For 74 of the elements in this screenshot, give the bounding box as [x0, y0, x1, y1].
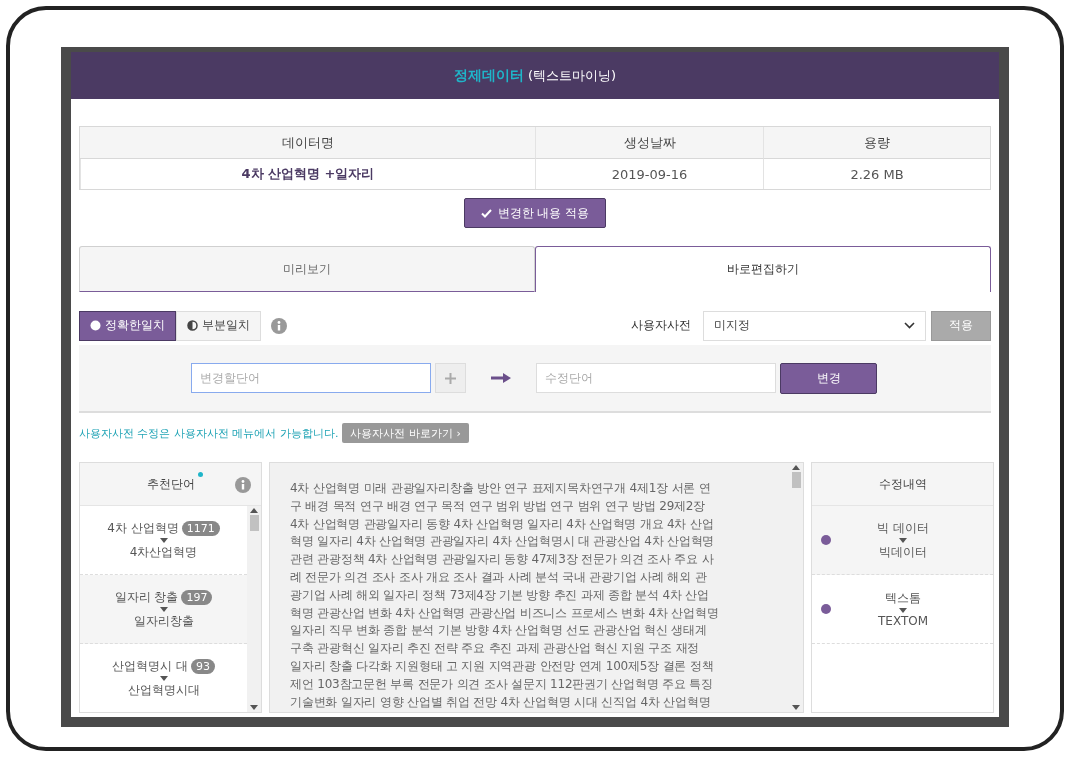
change-button[interactable]: 변경: [780, 362, 877, 394]
word: 4차 산업혁명: [107, 519, 179, 537]
caret-icon: [899, 537, 907, 543]
dot-icon: [197, 471, 203, 477]
table-cell: 4차 산업혁명 +일자리: [80, 159, 535, 189]
table-cell: 2.26 MB: [763, 159, 990, 189]
history-item[interactable]: 빅 데이터 빅데이터: [812, 506, 993, 575]
suggested-word: TEXTOM: [877, 614, 929, 628]
scroll-thumb[interactable]: [249, 515, 259, 531]
scrollbar[interactable]: [247, 506, 261, 712]
dictionary-label: 사용자사전: [631, 317, 691, 334]
text-line: 혁명 관광산업 변화 4차 산업혁명 관광산업 비즈니스 프로세스 변화 4차 산업혁명: [290, 604, 720, 622]
from-word-field[interactable]: 변경할단어: [191, 363, 431, 393]
tab[interactable]: 바로편집하기: [535, 246, 991, 292]
text-line: 광기업 사례 해외 일자리 정책 73제4장 기본 방향 추진 과제 종합 분석 4차 산업: [290, 586, 710, 604]
suggested-word: 일자리창출: [133, 612, 194, 630]
scrollbar[interactable]: [789, 463, 803, 712]
suggested-word: 빅데이터: [879, 543, 927, 561]
table-cell: 2019-09-16: [535, 159, 763, 189]
suggested-word: 4차산업혁명: [129, 543, 198, 561]
caret-icon: [250, 705, 258, 710]
text-line: 구축 관광혁신 일자리 추진 전략 주요 추진 과제 관광산업 혁신 지원 구조 재정: [290, 640, 701, 658]
chevron-down-icon: [904, 322, 915, 329]
count-badge: 93: [190, 658, 215, 674]
dictionary-select[interactable]: 미지정: [703, 310, 926, 341]
suggested-word: 산업혁명시대: [127, 681, 200, 699]
caret-icon: [899, 608, 907, 613]
word: 텍스톰: [885, 590, 921, 607]
panel-title: 추천단어: [146, 475, 195, 493]
info-icon[interactable]: [235, 477, 251, 493]
tab[interactable]: 미리보기: [79, 246, 535, 292]
text-line: 혁명 일자리 4차 산업혁명 관광일자리 4차 산업혁명시 대 관광산업 4차 산업혁명: [290, 533, 716, 551]
word: 산업혁명시 대: [112, 657, 188, 675]
half-circle-icon: [187, 320, 198, 331]
word: 빅 데이터: [877, 519, 929, 537]
to-word-field[interactable]: 수정단어: [536, 363, 776, 393]
count-badge: 197: [181, 589, 213, 605]
panel-title: 수정내역: [878, 475, 927, 493]
text-line: 제언 103참고문헌 부록 전문가 의견 조사 설문지 112판권기 산업혁명 주요 특징: [290, 675, 714, 693]
caret-up-icon: [250, 508, 258, 513]
match-mode-toggle[interactable]: 부분일치: [176, 310, 261, 341]
caret-icon: [792, 705, 800, 710]
column-header: 데이터명: [80, 127, 535, 159]
text-line: 구 배경 목적 연구 배경 연구 목적 연구 범위 방법 연구 범위 연구 방법 29제2장: [290, 497, 707, 515]
text-line: 4차 산업혁명 미래 관광일자리창출 방안 연구 표제지목차연구개 4제1장 서론 연: [290, 480, 712, 497]
caret-icon: [159, 537, 168, 543]
check-icon: [480, 208, 492, 218]
match-mode-toggle[interactable]: 정확한일치: [79, 310, 176, 341]
text-line: 례 전문가 의견 조사 조사 개요 조사 결과 사례 분석 국내 관광기업 사례 해외 관: [290, 569, 708, 586]
scroll-thumb[interactable]: [791, 472, 801, 488]
arrow-right-icon: [491, 373, 511, 383]
add-button[interactable]: [435, 363, 466, 393]
text-line: 일자리 직무 변화 종합 분석 기본 방향 4차 산업혁명 선도 관광산업 혁신 생태계: [290, 622, 708, 640]
text-line: 일자리 창출 다각화 지원형태 고 지원 지역관광 안전망 연계 100제5장 결론 정책: [290, 657, 715, 675]
info-icon[interactable]: [271, 317, 287, 334]
text-line: 관련 관광정책 4차 산업혁명 관광일자리 동향 47제3장 전문가 의견 조사 주요 사: [290, 551, 715, 569]
circle-icon: [90, 320, 101, 331]
hint-text: 사용자사전 수정은 사용자사전 메뉴에서 가능합니다.: [79, 425, 339, 441]
text-line: 4차 산업혁명 관광일자리 동향 4차 산업혁명 일자리 4차 산업혁명 개요 4차 산업: [290, 515, 715, 533]
text-area[interactable]: [269, 462, 804, 713]
caret-icon: [159, 675, 168, 681]
history-item[interactable]: 텍스톰 TEXTOM: [812, 575, 993, 644]
word: 일자리 창출: [114, 588, 179, 606]
count-badge: 1171: [181, 520, 220, 536]
plus-icon: [445, 372, 456, 384]
caret-up-icon: [792, 465, 800, 470]
page-subtitle: (텍스트마이닝): [527, 66, 617, 85]
column-header: 용량: [763, 127, 990, 159]
page-title: 정제데이터: [453, 66, 524, 85]
text-line: 기술변화 일자리 영향 산업별 취업 전망 4차 산업혁명 시대 신직업 4차 산업혁명: [290, 693, 712, 711]
column-header: 생성날짜: [535, 127, 763, 159]
recommended-item[interactable]: 일자리 창출 197 일자리창출: [80, 575, 247, 644]
apply-changes-button[interactable]: 변경한 내용 적용: [463, 198, 607, 228]
caret-icon: [159, 606, 168, 612]
